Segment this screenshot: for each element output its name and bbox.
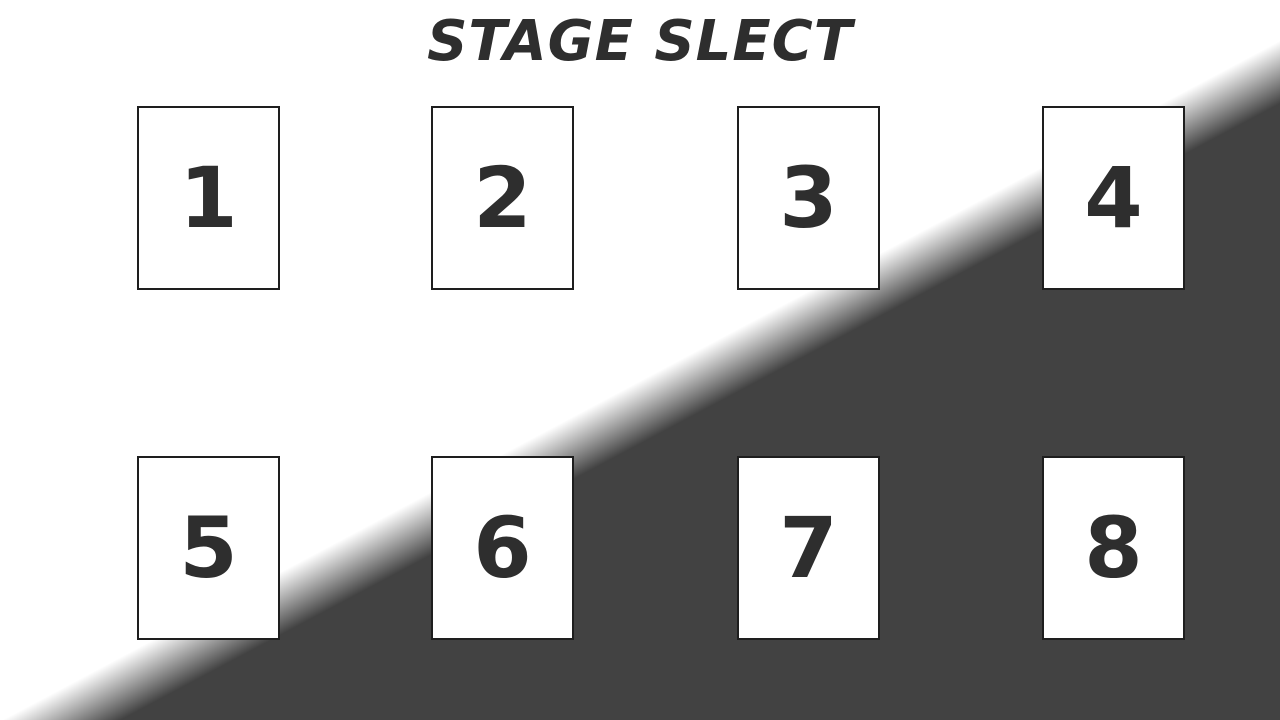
stage-number: 4 xyxy=(1084,149,1143,247)
stage-button-3[interactable]: 3 xyxy=(737,106,880,290)
stage-number: 5 xyxy=(179,499,238,597)
stage-button-7[interactable]: 7 xyxy=(737,456,880,640)
stage-number: 2 xyxy=(473,149,532,247)
stage-number: 3 xyxy=(779,149,838,247)
screen-title: STAGE SLECT xyxy=(427,9,853,74)
stage-button-1[interactable]: 1 xyxy=(137,106,280,290)
stage-number: 1 xyxy=(179,149,238,247)
stage-button-2[interactable]: 2 xyxy=(431,106,574,290)
stage-number: 7 xyxy=(779,499,838,597)
stage-number: 6 xyxy=(473,499,532,597)
stage-button-5[interactable]: 5 xyxy=(137,456,280,640)
stage-button-6[interactable]: 6 xyxy=(431,456,574,640)
stage-button-4[interactable]: 4 xyxy=(1042,106,1185,290)
stage-button-8[interactable]: 8 xyxy=(1042,456,1185,640)
stage-number: 8 xyxy=(1084,499,1143,597)
